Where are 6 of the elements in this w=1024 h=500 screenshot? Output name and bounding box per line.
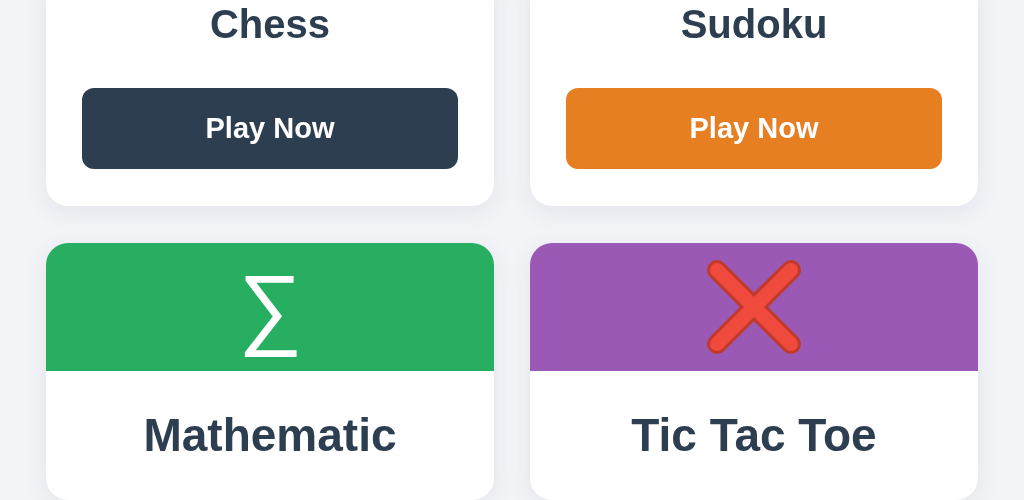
game-title: Tic Tac Toe <box>631 408 877 463</box>
game-title: Mathematic <box>143 408 397 463</box>
game-title: Sudoku <box>680 1 828 48</box>
play-button[interactable]: Play Now <box>82 88 458 169</box>
game-title: Chess <box>209 1 331 48</box>
sigma-icon: ∑ <box>235 246 305 368</box>
